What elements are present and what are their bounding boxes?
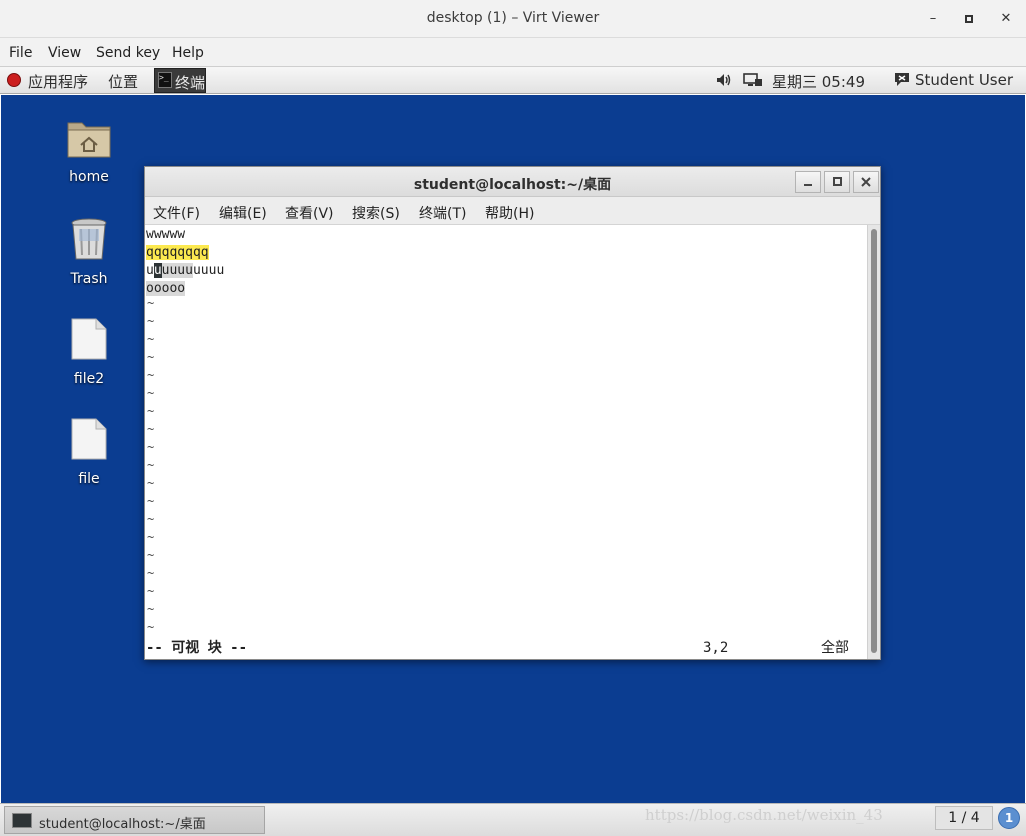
- terminal-menu-file[interactable]: 文件(F): [153, 203, 200, 223]
- maximize-button[interactable]: [958, 8, 980, 30]
- workspace-pager[interactable]: 1 / 4: [935, 806, 993, 830]
- menu-view[interactable]: View: [48, 45, 81, 61]
- desktop-icon-trash[interactable]: Trash: [49, 217, 129, 287]
- empty-line-marker: ~: [147, 440, 155, 454]
- empty-line-marker: ~: [147, 458, 155, 472]
- places-menu[interactable]: 位置: [108, 71, 138, 92]
- empty-line-marker: ~: [147, 422, 155, 436]
- notification-badge[interactable]: 1: [998, 807, 1020, 829]
- empty-line-marker: ~: [147, 314, 155, 328]
- empty-line-marker: ~: [147, 584, 155, 598]
- home-folder-icon: [67, 122, 111, 158]
- desktop-icon-label: file2: [73, 371, 105, 387]
- top-panel: 应用程序 位置 >_ 终端 星期三 05:49 Student User: [0, 66, 1026, 94]
- editor-line-2: qqqqqqqq: [146, 244, 209, 262]
- menu-send-key[interactable]: Send key: [96, 45, 160, 61]
- empty-line-marker: ~: [147, 530, 155, 544]
- visual-block-selection: uuuu: [161, 263, 193, 278]
- terminal-icon: >_: [158, 72, 172, 88]
- scroll-position: 全部: [821, 640, 849, 656]
- scrollbar-thumb[interactable]: [871, 229, 877, 653]
- maximize-icon: [965, 15, 973, 23]
- desktop-icon-home[interactable]: home: [49, 117, 129, 185]
- empty-line-marker: ~: [147, 476, 155, 490]
- empty-line-marker: ~: [147, 494, 155, 508]
- viewer-menubar: File View Send key Help: [0, 38, 1026, 66]
- terminal-app-label: 终端: [175, 74, 206, 92]
- desktop-icon-label: file: [78, 471, 100, 487]
- menu-file[interactable]: File: [9, 45, 32, 61]
- watermark-text: https://blog.csdn.net/weixin_43: [645, 806, 883, 824]
- empty-line-marker: ~: [147, 602, 155, 616]
- taskbar-terminal-label: student@localhost:~/桌面: [39, 817, 206, 832]
- empty-line-marker: ~: [147, 404, 155, 418]
- empty-line-marker: ~: [147, 368, 155, 382]
- viewer-title: desktop (1) – Virt Viewer: [426, 10, 600, 26]
- empty-line-marker: ~: [147, 620, 155, 634]
- clock[interactable]: 星期三 05:49: [772, 71, 865, 92]
- empty-line-marker: ~: [147, 566, 155, 580]
- menu-help[interactable]: Help: [172, 45, 204, 61]
- terminal-titlebar[interactable]: student@localhost:~/桌面: [145, 167, 880, 197]
- terminal-text-area[interactable]: wwwww qqqqqqqq uuuuuuuuuu ooooo ~ ~ ~ ~ …: [145, 225, 867, 659]
- minimize-icon: [804, 184, 812, 186]
- taskbar-terminal-button[interactable]: student@localhost:~/桌面: [4, 806, 265, 834]
- close-button[interactable]: ✕: [995, 8, 1017, 30]
- empty-line-marker: ~: [147, 512, 155, 526]
- terminal-app-button[interactable]: >_ 终端: [154, 68, 206, 93]
- line-3-start: u: [146, 263, 154, 278]
- editor-line-1: wwwww: [146, 227, 186, 242]
- network-icon[interactable]: [743, 72, 763, 88]
- line-3-end: uuuu: [192, 263, 225, 278]
- desktop-icon-label: Trash: [70, 271, 108, 287]
- terminal-minimize-button[interactable]: [795, 171, 821, 193]
- terminal-icon: [12, 813, 32, 828]
- cursor-position: 3,2: [703, 640, 729, 656]
- empty-line-marker: ~: [147, 386, 155, 400]
- volume-icon[interactable]: [715, 72, 733, 88]
- terminal-menubar: 文件(F) 编辑(E) 查看(V) 搜索(S) 终端(T) 帮助(H): [145, 197, 880, 225]
- desktop-icon-file2[interactable]: file2: [49, 317, 129, 387]
- editor-line-3: uuuuuuuuuu: [146, 262, 224, 280]
- desktop-icon-label: home: [69, 169, 109, 185]
- terminal-menu-help[interactable]: 帮助(H): [485, 203, 534, 223]
- maximize-icon: [832, 177, 842, 186]
- vim-mode-indicator: -- 可视 块 --: [146, 640, 248, 656]
- close-icon: [861, 177, 871, 187]
- terminal-menu-terminal[interactable]: 终端(T): [419, 203, 466, 223]
- terminal-scrollbar[interactable]: [867, 225, 880, 659]
- empty-line-marker: ~: [147, 350, 155, 364]
- minimize-button[interactable]: –: [922, 8, 944, 30]
- empty-line-marker: ~: [147, 296, 155, 310]
- trash-icon: [71, 218, 107, 260]
- terminal-menu-view[interactable]: 查看(V): [285, 203, 334, 223]
- empty-line-marker: ~: [147, 548, 155, 562]
- file-icon: [71, 318, 107, 360]
- file-icon: [71, 418, 107, 460]
- terminal-close-button[interactable]: [853, 171, 879, 193]
- viewer-titlebar: desktop (1) – Virt Viewer – ✕: [0, 0, 1026, 38]
- terminal-window[interactable]: student@localhost:~/桌面 文件(F) 编辑(E) 查看(V)…: [144, 166, 881, 660]
- desktop-icon-file[interactable]: file: [49, 417, 129, 487]
- user-menu[interactable]: Student User: [915, 71, 1013, 89]
- terminal-maximize-button[interactable]: [824, 171, 850, 193]
- terminal-title: student@localhost:~/桌面: [413, 177, 612, 193]
- text-cursor: u: [153, 263, 162, 278]
- redhat-logo-icon: [7, 73, 21, 87]
- terminal-menu-search[interactable]: 搜索(S): [352, 203, 400, 223]
- terminal-menu-edit[interactable]: 编辑(E): [219, 203, 267, 223]
- user-chat-icon: [895, 73, 909, 86]
- applications-menu[interactable]: 应用程序: [28, 71, 88, 92]
- empty-line-marker: ~: [147, 332, 155, 346]
- search-highlight: qqqqqqqq: [146, 245, 209, 260]
